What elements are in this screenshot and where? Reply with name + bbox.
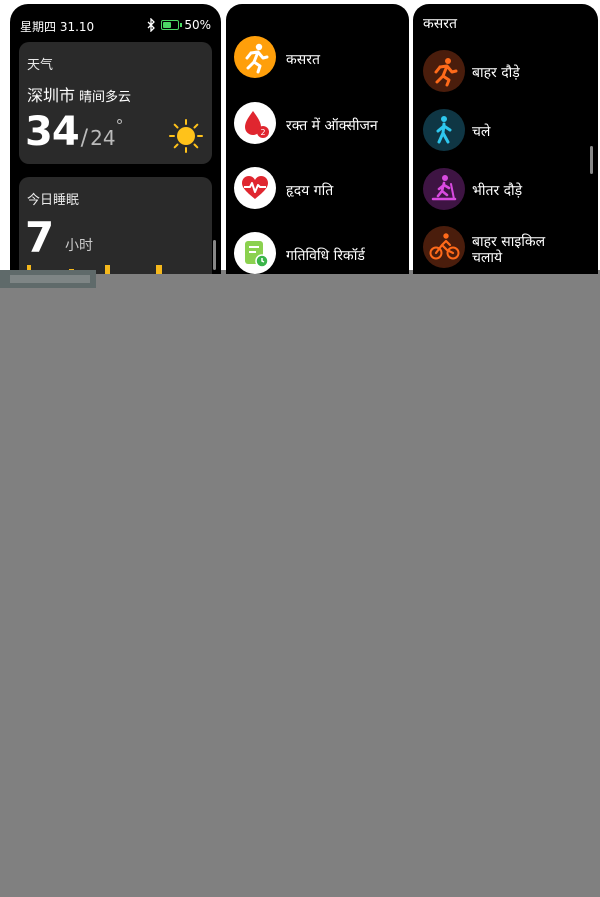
sleep-hours: 7 (25, 213, 55, 262)
sleep-card[interactable]: 今日睡眠 7 小时 (19, 177, 212, 274)
sleep-bar (156, 265, 162, 274)
temp-now: 34 (25, 109, 80, 155)
outdoor-cycle-icon (423, 226, 465, 268)
status-date: 星期四 31.10 (20, 20, 95, 34)
battery-percent: 50% (184, 18, 211, 32)
treadmill-icon (423, 168, 465, 210)
svg-text:2: 2 (261, 128, 266, 137)
activity-record-icon (234, 232, 276, 274)
list-title: कसरत (423, 16, 457, 32)
battery-fill (163, 22, 172, 28)
sun-icon (169, 119, 203, 153)
workout-label: बाहर दौड़े (472, 65, 520, 81)
outdoor-run-icon (423, 50, 465, 92)
temp-low: 24 (90, 126, 116, 150)
app-menu-screen: कसरत 2 रक्त में ऑक्सीजन हृदय गति गतिविधि… (226, 4, 409, 274)
status-right: 50% (146, 18, 211, 32)
menu-item-blood-oxygen[interactable]: 2 रक्त में ऑक्सीजन (226, 96, 409, 156)
watch-face-screen: 星期四 31.10 50% 天气 深圳市 晴间多云 34/24° 今日睡眠 7 … (10, 4, 221, 274)
workout-item-outdoor-cycle[interactable]: बाहर साइकिल चलाये (413, 222, 598, 274)
menu-item-label: गतिविधि रिकॉर्ड (286, 248, 365, 264)
menu-item-label: रक्त में ऑक्सीजन (286, 118, 378, 134)
blood-oxygen-icon: 2 (234, 102, 276, 144)
battery-icon (161, 20, 183, 30)
weather-city: 深圳市 (27, 86, 76, 105)
menu-item-activity-record[interactable]: गतिविधि रिकॉर्ड (226, 226, 409, 274)
image-artifact (10, 275, 90, 283)
menu-item-workout[interactable]: कसरत (226, 30, 409, 90)
menu-item-label: हृदय गति (286, 183, 334, 199)
workout-label: भीतर दौड़े (472, 183, 523, 199)
running-icon (234, 36, 276, 78)
heart-rate-icon (234, 167, 276, 209)
weather-condition: 晴间多云 (79, 90, 132, 105)
menu-item-heart-rate[interactable]: हृदय गति (226, 161, 409, 221)
weather-title: 天气 (27, 58, 54, 73)
weather-card[interactable]: 天气 深圳市 晴间多云 34/24° (19, 42, 212, 164)
status-bar: 星期四 31.10 50% (20, 18, 211, 34)
sleep-bar (105, 265, 110, 274)
degree-sign: ° (115, 116, 124, 135)
menu-item-label: कसरत (286, 52, 320, 68)
bluetooth-icon (147, 18, 156, 32)
scrollbar[interactable] (590, 146, 593, 174)
workout-label: बाहर साइकिल चलाये (472, 234, 546, 266)
weather-location: 深圳市 晴间多云 (27, 82, 131, 106)
temperature: 34/24° (25, 109, 124, 155)
workout-item-outdoor-run[interactable]: बाहर दौड़े (413, 46, 598, 106)
sleep-unit: 小时 (65, 238, 93, 254)
workout-label: चले (472, 124, 491, 140)
workout-list-screen: कसरत बाहर दौड़े चले भीतर दौड़े बाहर साइक… (413, 4, 598, 274)
workout-item-walk[interactable]: चले (413, 105, 598, 165)
sleep-title: 今日睡眠 (27, 193, 80, 208)
scrollbar[interactable] (213, 240, 216, 270)
temp-separator: / (80, 126, 89, 151)
workout-item-treadmill[interactable]: भीतर दौड़े (413, 164, 598, 224)
walk-icon (423, 109, 465, 151)
